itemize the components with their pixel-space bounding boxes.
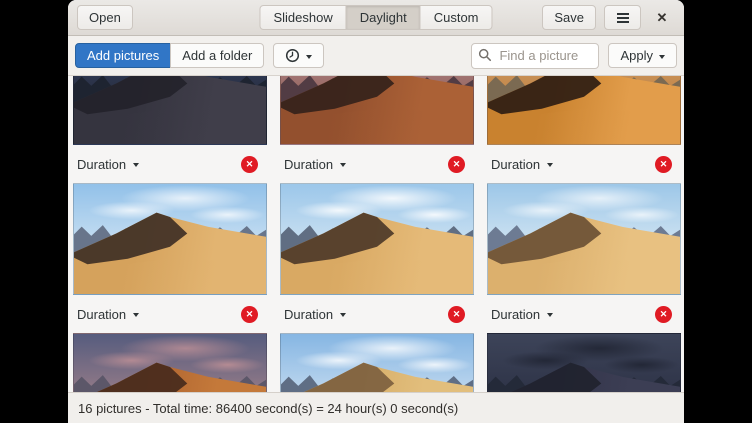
search-box	[471, 43, 599, 69]
pictures-grid: Duration ✕ Duration ✕	[68, 76, 684, 392]
add-buttons-group: Add pictures Add a folder	[75, 43, 264, 68]
apply-button-label: Apply	[620, 48, 653, 63]
status-text: 16 pictures - Total time: 86400 second(s…	[78, 401, 458, 416]
delete-picture-button[interactable]: ✕	[241, 156, 258, 173]
duration-dropdown[interactable]: Duration	[77, 157, 139, 172]
hamburger-icon	[617, 17, 629, 19]
picture-thumbnail-mojave-night-2	[487, 333, 681, 392]
clock-icon	[285, 48, 300, 63]
picture-thumbnail-mojave-sunrise	[487, 76, 681, 145]
duration-dropdown[interactable]: Duration	[284, 307, 346, 322]
picture-cell: Duration ✕	[487, 76, 681, 183]
remove-icon: ✕	[453, 310, 461, 319]
open-button[interactable]: Open	[77, 5, 133, 30]
menu-button[interactable]	[604, 5, 641, 30]
duration-label: Duration	[491, 307, 540, 322]
chevron-down-icon	[547, 313, 553, 320]
duration-label: Duration	[77, 157, 126, 172]
delete-picture-button[interactable]: ✕	[655, 306, 672, 323]
picture-controls: Duration ✕	[280, 295, 474, 333]
tab-custom[interactable]: Custom	[420, 5, 493, 30]
duration-dropdown[interactable]: Duration	[284, 157, 346, 172]
picture-thumbnail-mojave-afternoon	[487, 183, 681, 295]
add-folder-button[interactable]: Add a folder	[170, 43, 264, 68]
picture-controls: Duration ✕	[73, 295, 267, 333]
picture-thumbnail-mojave-morning	[73, 183, 267, 295]
remove-icon: ✕	[660, 160, 668, 169]
picture-cell: Duration ✕	[73, 76, 267, 183]
delete-picture-button[interactable]: ✕	[448, 156, 465, 173]
tab-daylight[interactable]: Daylight	[346, 5, 421, 30]
picture-controls: Duration ✕	[487, 145, 681, 183]
duration-label: Duration	[77, 307, 126, 322]
picture-thumbnail-mojave-evening	[280, 333, 474, 392]
duration-label: Duration	[284, 157, 333, 172]
remove-icon: ✕	[246, 310, 254, 319]
duration-label: Duration	[491, 157, 540, 172]
headerbar-right: Save ✕	[542, 5, 675, 31]
duration-dropdown[interactable]: Duration	[491, 307, 553, 322]
statusbar: 16 pictures - Total time: 86400 second(s…	[68, 392, 684, 423]
chevron-down-icon	[340, 163, 346, 170]
delete-picture-button[interactable]: ✕	[448, 306, 465, 323]
app-window: Open Slideshow Daylight Custom Save ✕ Ad…	[68, 0, 684, 423]
picture-cell: Duration ✕	[280, 333, 474, 392]
pictures-scroll-area[interactable]: Duration ✕ Duration ✕	[68, 76, 684, 392]
picture-controls: Duration ✕	[487, 295, 681, 333]
delete-picture-button[interactable]: ✕	[655, 156, 672, 173]
apply-button[interactable]: Apply	[608, 43, 677, 68]
toolbar: Add pictures Add a folder Apply	[68, 36, 684, 76]
picture-controls: Duration ✕	[73, 145, 267, 183]
remove-icon: ✕	[246, 160, 254, 169]
headerbar: Open Slideshow Daylight Custom Save ✕	[68, 0, 684, 36]
chevron-down-icon	[659, 55, 665, 62]
picture-thumbnail-mojave-night	[73, 76, 267, 145]
picture-cell: Duration ✕	[73, 183, 267, 333]
duration-dropdown[interactable]: Duration	[77, 307, 139, 322]
chevron-down-icon	[133, 313, 139, 320]
picture-thumbnail-mojave-dawn	[280, 76, 474, 145]
duration-dropdown[interactable]: Duration	[491, 157, 553, 172]
close-icon: ✕	[657, 10, 668, 26]
picture-thumbnail-mojave-sunset	[73, 333, 267, 392]
picture-cell: Duration ✕	[280, 183, 474, 333]
tab-slideshow[interactable]: Slideshow	[259, 5, 346, 30]
view-switcher: Slideshow Daylight Custom	[259, 5, 492, 30]
add-pictures-button[interactable]: Add pictures	[75, 43, 171, 68]
remove-icon: ✕	[453, 160, 461, 169]
chevron-down-icon	[133, 163, 139, 170]
chevron-down-icon	[340, 313, 346, 320]
save-button[interactable]: Save	[542, 5, 596, 30]
remove-icon: ✕	[660, 310, 668, 319]
picture-cell: Duration ✕	[487, 183, 681, 333]
picture-cell: Duration ✕	[280, 76, 474, 183]
duration-global-button[interactable]	[273, 43, 324, 68]
delete-picture-button[interactable]: ✕	[241, 306, 258, 323]
picture-cell: Duration ✕	[487, 333, 681, 392]
picture-controls: Duration ✕	[280, 145, 474, 183]
picture-thumbnail-mojave-midday	[280, 183, 474, 295]
duration-label: Duration	[284, 307, 333, 322]
picture-cell: Duration ✕	[73, 333, 267, 392]
window-close-button[interactable]: ✕	[649, 5, 675, 31]
search-icon	[478, 48, 492, 62]
chevron-down-icon	[306, 55, 312, 62]
chevron-down-icon	[547, 163, 553, 170]
